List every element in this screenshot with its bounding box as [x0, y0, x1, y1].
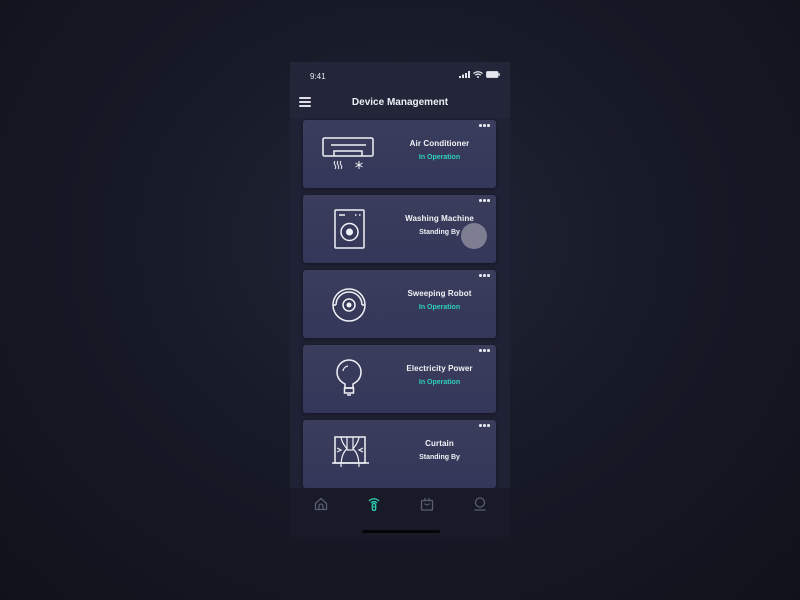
device-card-washing-machine[interactable]: Washing Machine Standing By	[303, 195, 496, 263]
home-indicator[interactable]	[362, 530, 440, 533]
washing-machine-icon	[321, 207, 377, 251]
shopping-bag-icon	[420, 498, 434, 511]
tab-profile[interactable]	[473, 496, 487, 511]
device-list: Air Conditioner In Operation Washing Mac…	[303, 120, 496, 495]
remote-signal-icon	[368, 498, 380, 512]
device-name: Washing Machine	[405, 214, 474, 223]
sweeping-robot-icon	[321, 282, 377, 326]
page-title: Device Management	[351, 97, 449, 108]
navigation-bar: Device Management	[290, 90, 510, 118]
touch-indicator	[461, 223, 487, 249]
device-name: Sweeping Robot	[407, 289, 472, 298]
more-options-icon[interactable]	[479, 424, 491, 429]
device-card-curtain[interactable]: Curtain Standing By	[303, 420, 496, 488]
air-conditioner-icon	[321, 132, 377, 176]
device-card-sweeping-robot[interactable]: Sweeping Robot In Operation	[303, 270, 496, 338]
tab-shop[interactable]	[420, 496, 434, 511]
home-icon	[314, 497, 328, 511]
device-card-electricity-power[interactable]: Electricity Power In Operation	[303, 345, 496, 413]
signal-icon	[459, 71, 470, 78]
tab-devices[interactable]	[367, 496, 381, 512]
device-status: Standing By	[419, 454, 460, 461]
light-bulb-icon	[321, 357, 377, 401]
curtain-icon	[321, 432, 377, 476]
device-name: Curtain	[425, 439, 454, 448]
device-card-air-conditioner[interactable]: Air Conditioner In Operation	[303, 120, 496, 188]
status-time: 9:41	[310, 72, 326, 81]
status-icons	[459, 71, 500, 78]
device-status: In Operation	[418, 379, 461, 386]
status-bar: 9:41	[290, 62, 510, 90]
phone-screen: 9:41 Device Management Air Conditioner I…	[290, 62, 510, 537]
device-name: Air Conditioner	[409, 139, 470, 148]
more-options-icon[interactable]	[479, 349, 491, 354]
more-options-icon[interactable]	[479, 124, 491, 129]
device-status: In Operation	[418, 154, 461, 161]
device-name: Electricity Power	[406, 364, 473, 373]
more-options-icon[interactable]	[479, 199, 491, 204]
battery-icon	[486, 71, 500, 78]
more-options-icon[interactable]	[479, 274, 491, 279]
wifi-icon	[473, 71, 483, 78]
user-icon	[474, 497, 486, 511]
device-status: In Operation	[418, 304, 461, 311]
tab-home[interactable]	[314, 496, 328, 511]
tab-bar	[290, 488, 510, 537]
